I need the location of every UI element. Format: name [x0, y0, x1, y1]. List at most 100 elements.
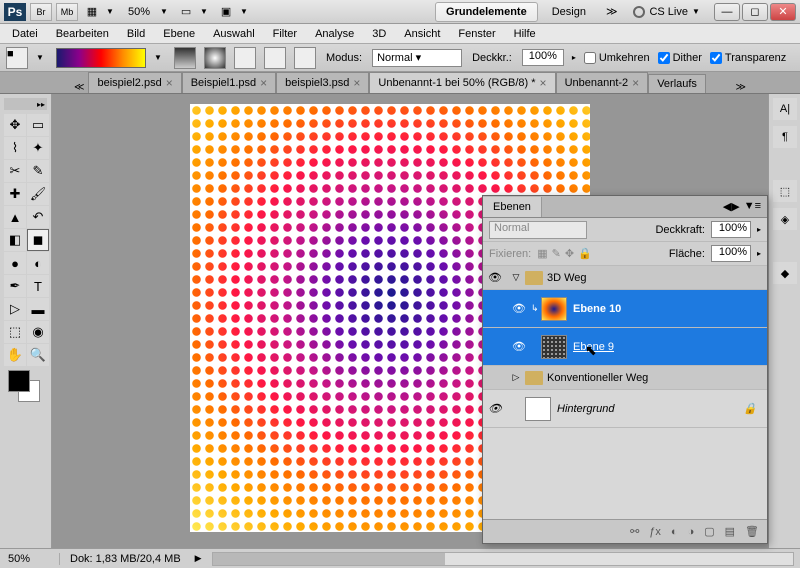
- lasso-tool[interactable]: ⌇: [4, 137, 26, 159]
- tab-close-icon[interactable]: ×: [632, 76, 639, 90]
- doc-tab[interactable]: beispiel2.psd×: [88, 72, 181, 93]
- fx-icon[interactable]: ƒx: [649, 526, 661, 538]
- new-layer-icon[interactable]: ▤: [725, 525, 735, 538]
- tab-close-icon[interactable]: ×: [353, 76, 360, 90]
- close-button[interactable]: ✕: [770, 3, 796, 21]
- flaeche-arrow[interactable]: ▸: [757, 249, 761, 258]
- menu-bild[interactable]: Bild: [119, 26, 153, 42]
- status-zoom[interactable]: 50%: [0, 553, 60, 565]
- panel-collapse-icon[interactable]: ◀▶: [723, 200, 740, 213]
- flaeche-input[interactable]: 100%: [711, 245, 751, 262]
- horizontal-scrollbar[interactable]: [212, 552, 794, 566]
- type-panel-icon[interactable]: A|: [773, 98, 797, 120]
- menu-ansicht[interactable]: Ansicht: [396, 26, 448, 42]
- layer-thumbnail[interactable]: [541, 335, 567, 359]
- brush-tool[interactable]: 🖌: [27, 183, 49, 205]
- menu-ebene[interactable]: Ebene: [155, 26, 203, 42]
- tab-close-icon[interactable]: ×: [260, 76, 267, 90]
- scroll-thumb[interactable]: [213, 553, 445, 565]
- path-select-tool[interactable]: ▷: [4, 298, 26, 320]
- group-icon[interactable]: ▢: [704, 525, 714, 538]
- status-arrow[interactable]: ▶: [191, 553, 206, 564]
- view-icon[interactable]: ▭: [176, 3, 196, 21]
- doc-tab[interactable]: beispiel3.psd×: [276, 72, 369, 93]
- tab-close-icon[interactable]: ×: [166, 76, 173, 90]
- workspace-design[interactable]: Design: [542, 3, 596, 21]
- deckkraft-arrow[interactable]: ▸: [757, 225, 761, 234]
- gradient-diamond[interactable]: [294, 47, 316, 69]
- menu-analyse[interactable]: Analyse: [307, 26, 362, 42]
- layer-name[interactable]: Ebene 9: [573, 341, 767, 353]
- adjustment-icon[interactable]: ◑: [688, 526, 695, 538]
- gradient-reflected[interactable]: [264, 47, 286, 69]
- current-tool-icon[interactable]: ■: [6, 47, 28, 69]
- 3d-panel-icon[interactable]: ⬚: [773, 180, 797, 202]
- doc-tab[interactable]: Beispiel1.psd×: [182, 72, 276, 93]
- minibridge-button[interactable]: Mb: [56, 3, 78, 21]
- gradient-dropdown[interactable]: ▼: [154, 53, 166, 62]
- dither-checkbox[interactable]: Dither: [658, 52, 702, 64]
- menu-3d[interactable]: 3D: [364, 26, 394, 42]
- cs-live-dropdown[interactable]: ▼: [692, 7, 704, 16]
- visibility-icon[interactable]: 👁: [488, 402, 502, 415]
- tabs-prev[interactable]: ≪: [70, 82, 88, 93]
- gradient-angle[interactable]: [234, 47, 256, 69]
- screen-icon[interactable]: ▣: [216, 3, 236, 21]
- eyedropper-tool[interactable]: ✎: [27, 160, 49, 182]
- workspace-more[interactable]: ≫: [600, 5, 624, 18]
- arrange-dropdown[interactable]: ▼: [106, 7, 118, 16]
- layer-name[interactable]: Hintergrund: [557, 403, 733, 415]
- menu-datei[interactable]: Datei: [4, 26, 46, 42]
- gradient-linear[interactable]: [174, 47, 196, 69]
- doc-tab-active[interactable]: Unbenannt-1 bei 50% (RGB/8) *×: [369, 72, 555, 93]
- maximize-button[interactable]: ◻: [742, 3, 768, 21]
- doc-tab[interactable]: Verlaufs: [648, 74, 706, 93]
- lock-transparency-icon[interactable]: ▦: [537, 247, 547, 260]
- cs-live-button[interactable]: CS Live ▼: [627, 6, 710, 18]
- zoom-level[interactable]: 50%: [122, 6, 156, 18]
- deckkraft-input[interactable]: 100%: [711, 221, 751, 238]
- arrange-icon[interactable]: ▦: [82, 3, 102, 21]
- visibility-icon[interactable]: 👁: [488, 271, 502, 284]
- opacity-input[interactable]: 100%: [522, 49, 564, 66]
- zoom-tool[interactable]: 🔍: [27, 344, 49, 366]
- lock-all-icon[interactable]: 🔒: [578, 247, 592, 260]
- toolbox-collapse[interactable]: ▸▸: [35, 100, 47, 109]
- layer-name[interactable]: Ebene 10: [573, 303, 767, 315]
- menu-hilfe[interactable]: Hilfe: [506, 26, 544, 42]
- background-layer[interactable]: 👁 Hintergrund 🔒: [483, 390, 767, 428]
- wand-tool[interactable]: ✦: [27, 137, 49, 159]
- bridge-button[interactable]: Br: [30, 3, 52, 21]
- visibility-icon[interactable]: 👁: [512, 340, 526, 353]
- layer-row-selected[interactable]: 👁 ↳ Ebene 10: [483, 290, 767, 328]
- gradient-tool[interactable]: ◼: [27, 229, 49, 251]
- expand-icon[interactable]: ▽: [507, 272, 525, 283]
- move-tool[interactable]: ✥: [4, 114, 26, 136]
- tool-preset-dropdown[interactable]: ▼: [36, 53, 48, 62]
- visibility-icon[interactable]: 👁: [512, 302, 526, 315]
- link-layers-icon[interactable]: ⚯: [630, 525, 639, 538]
- history-brush-tool[interactable]: ↶: [27, 206, 49, 228]
- tabs-next[interactable]: ≫: [732, 82, 750, 93]
- minimize-button[interactable]: —: [714, 3, 740, 21]
- shape-tool[interactable]: ▬: [27, 298, 49, 320]
- layers-tab[interactable]: Ebenen: [483, 197, 542, 217]
- screen-dropdown[interactable]: ▼: [240, 7, 252, 16]
- foreground-color[interactable]: [8, 370, 30, 392]
- type-tool[interactable]: T: [27, 275, 49, 297]
- opacity-arrow[interactable]: ▸: [572, 53, 576, 62]
- tab-close-icon[interactable]: ×: [540, 76, 547, 90]
- menu-bearbeiten[interactable]: Bearbeiten: [48, 26, 117, 42]
- lock-paint-icon[interactable]: ✎: [552, 247, 561, 260]
- mask-icon[interactable]: ◐: [671, 526, 678, 538]
- panel-menu-icon[interactable]: ▼≡: [744, 200, 761, 213]
- umkehren-checkbox[interactable]: Umkehren: [584, 52, 650, 64]
- blend-mode-select[interactable]: Normal: [489, 221, 587, 239]
- status-doc-info[interactable]: Dok: 1,83 MB/20,4 MB: [60, 553, 191, 565]
- doc-tab[interactable]: Unbenannt-2×: [556, 72, 649, 93]
- marquee-tool[interactable]: ▭: [27, 114, 49, 136]
- gradient-radial[interactable]: [204, 47, 226, 69]
- blur-tool[interactable]: ●: [4, 252, 26, 274]
- group-name[interactable]: 3D Weg: [547, 272, 767, 284]
- transparenz-checkbox[interactable]: Transparenz: [710, 52, 786, 64]
